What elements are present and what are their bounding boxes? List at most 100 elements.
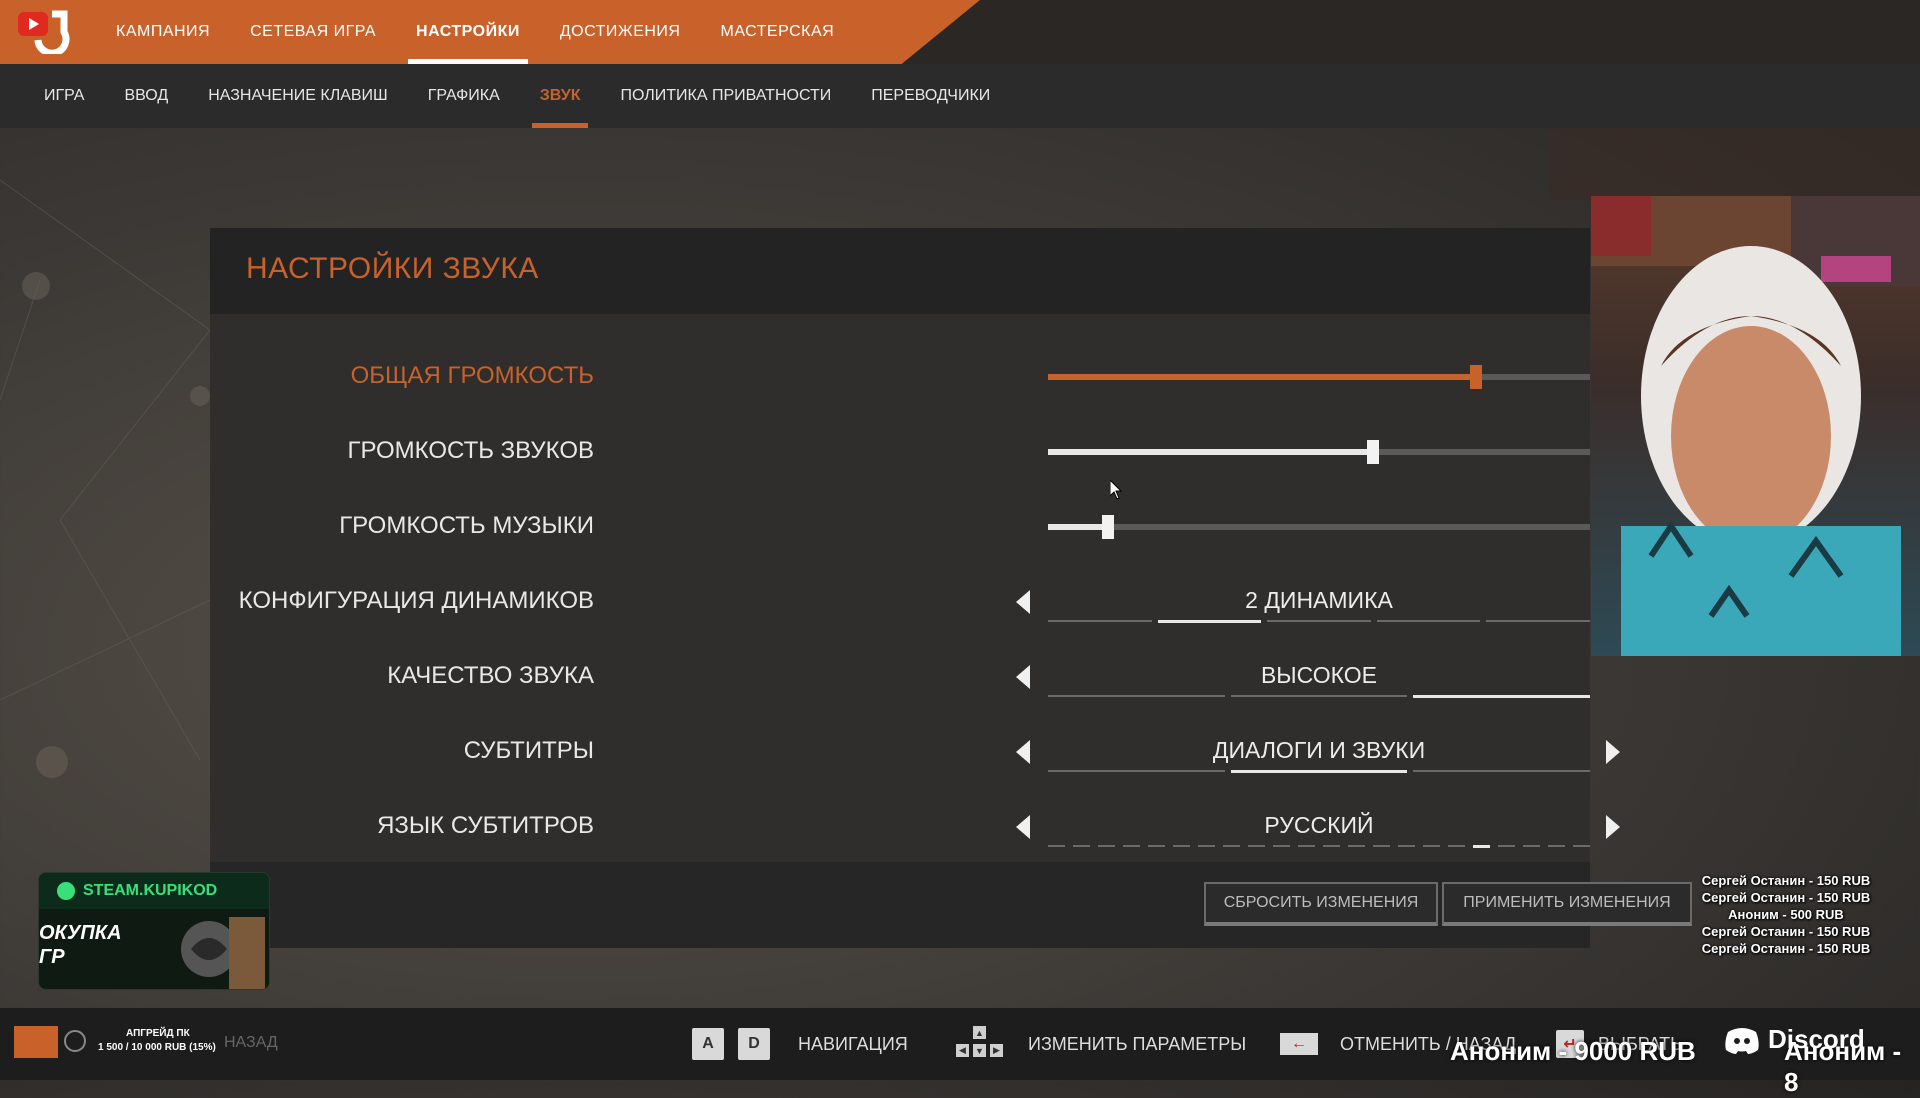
setting-sound-quality[interactable]: КАЧЕСТВО ЗВУКА ВЫСОКОЕ: [210, 652, 1591, 702]
selector-segments: [1048, 845, 1590, 848]
subtitles-selector[interactable]: ДИАЛОГИ И ЗВУКИ: [1048, 727, 1591, 777]
setting-music-volume[interactable]: ГРОМКОСТЬ МУЗЫКИ: [210, 502, 1590, 552]
tab-keybindings[interactable]: НАЗНАЧЕНИЕ КЛАВИШ: [188, 64, 408, 128]
arrow-keys-icon: ▲ ◀ ▼ ▶: [954, 1026, 1006, 1062]
tab-privacy[interactable]: ПОЛИТИКА ПРИВАТНОСТИ: [600, 64, 851, 128]
tab-graphics[interactable]: ГРАФИКА: [408, 64, 520, 128]
menu-campaign[interactable]: КАМПАНИЯ: [96, 0, 230, 64]
selector-segment: [1398, 845, 1415, 847]
setting-label: ОБЩАЯ ГРОМКОСТЬ: [350, 362, 594, 389]
tab-translators[interactable]: ПЕРЕВОДЧИКИ: [851, 64, 1010, 128]
settings-tabs-bar: ИГРА ВВОД НАЗНАЧЕНИЕ КЛАВИШ ГРАФИКА ЗВУК…: [0, 64, 1920, 128]
setting-label: СУБТИТРЫ: [463, 737, 594, 764]
sfx-volume-slider[interactable]: [1048, 440, 1590, 464]
selector-segment: [1486, 620, 1590, 622]
arrow-left-icon[interactable]: [1016, 740, 1030, 764]
panel-footer: СБРОСИТЬ ИЗМЕНЕНИЯ ПРИМЕНИТЬ ИЗМЕНЕНИЯ: [210, 862, 1692, 948]
setting-subtitle-language[interactable]: ЯЗЫК СУБТИТРОВ РУССКИЙ: [210, 802, 1620, 852]
setting-label: ГРОМКОСТЬ ЗВУКОВ: [347, 437, 594, 464]
slider-fill: [1048, 449, 1374, 455]
arrow-right-icon[interactable]: [1606, 815, 1620, 839]
upgrade-progress: 1 500 / 10 000 RUB (15%): [98, 1042, 216, 1053]
menu-settings[interactable]: НАСТРОЙКИ: [396, 0, 540, 64]
arrow-left-icon[interactable]: [1016, 665, 1030, 689]
donation-item: Сергей Останин - 150 RUB: [1701, 941, 1871, 956]
selector-segment: [1048, 770, 1225, 772]
selector-segment: [1267, 620, 1371, 622]
donation-item: Сергей Останин - 150 RUB: [1701, 890, 1871, 905]
selector-segment: [1448, 845, 1465, 847]
selector-segment: [1373, 845, 1390, 847]
hint-label: ИЗМЕНИТЬ ПАРАМЕТРЫ: [1028, 1033, 1247, 1054]
ad-brand: STEAM.KUPIKOD: [83, 882, 218, 899]
selector-value: ВЫСОКОЕ: [1260, 662, 1378, 688]
selector-segments: [1048, 770, 1591, 773]
arrow-right-icon[interactable]: [1606, 740, 1620, 764]
selector-segment: [1230, 695, 1408, 697]
setting-subtitles[interactable]: СУБТИТРЫ ДИАЛОГИ И ЗВУКИ: [210, 727, 1620, 777]
selector-segment: [1573, 845, 1590, 847]
selector-segment: [1473, 845, 1490, 848]
selector-segment: [1298, 845, 1315, 847]
slider-fill: [1048, 524, 1108, 530]
discord-icon: [1725, 1027, 1759, 1054]
upgrade-goal-widget: АПГРЕЙД ПК 1 500 / 10 000 RUB (15%) НАЗА…: [14, 1022, 304, 1068]
slider-fill: [1048, 374, 1477, 380]
selector-value: РУССКИЙ: [1264, 812, 1374, 838]
slider-thumb[interactable]: [1101, 515, 1114, 539]
setting-speaker-config[interactable]: КОНФИГУРАЦИЯ ДИНАМИКОВ 2 ДИНАМИКА: [210, 577, 1590, 627]
apply-changes-button[interactable]: ПРИМЕНИТЬ ИЗМЕНЕНИЯ: [1442, 882, 1692, 926]
sound-quality-selector[interactable]: ВЫСОКОЕ: [1048, 652, 1591, 702]
selector-segments: [1048, 695, 1591, 698]
selector-segment: [1230, 770, 1408, 773]
streamer-webcam: [1591, 196, 1920, 656]
panel-header: НАСТРОЙКИ ЗВУКА: [210, 228, 1590, 314]
tab-sound[interactable]: ЗВУК: [520, 64, 601, 128]
donation-item: Сергей Останин - 150 RUB: [1701, 873, 1871, 888]
selector-value: ДИАЛОГИ И ЗВУКИ: [1212, 737, 1426, 763]
settings-tabs: ИГРА ВВОД НАЗНАЧЕНИЕ КЛАВИШ ГРАФИКА ЗВУК…: [24, 64, 1010, 128]
arrow-left-icon[interactable]: [1016, 815, 1030, 839]
subtitle-language-selector[interactable]: РУССКИЙ: [1048, 802, 1590, 852]
setting-sfx-volume[interactable]: ГРОМКОСТЬ ЗВУКОВ: [210, 427, 1590, 477]
sponsor-ad: STEAM.KUPIKOD ОКУПКА ГР: [38, 872, 270, 990]
selector-segment: [1348, 845, 1365, 847]
selector-segment: [1523, 845, 1540, 847]
setting-label: КОНФИГУРАЦИЯ ДИНАМИКОВ: [238, 587, 594, 614]
discord-label: Discord: [1768, 1024, 1865, 1054]
tab-input[interactable]: ВВОД: [104, 64, 188, 128]
master-volume-slider[interactable]: [1048, 365, 1590, 389]
speaker-config-selector[interactable]: 2 ДИНАМИКА: [1048, 577, 1590, 627]
main-menu: КАМПАНИЯ СЕТЕВАЯ ИГРА НАСТРОЙКИ ДОСТИЖЕН…: [96, 0, 854, 64]
menu-achievements[interactable]: ДОСТИЖЕНИЯ: [540, 0, 701, 64]
music-volume-slider[interactable]: [1048, 515, 1590, 539]
menu-multiplayer[interactable]: СЕТЕВАЯ ИГРА: [230, 0, 396, 64]
mouse-cursor-icon: [1110, 480, 1123, 500]
selector-segment: [1198, 845, 1215, 847]
reset-changes-button[interactable]: СБРОСИТЬ ИЗМЕНЕНИЯ: [1204, 882, 1438, 926]
hint-label: НАВИГАЦИЯ: [798, 1033, 908, 1054]
donation-ticker-1: Аноним - 9000 RUB: [1450, 1036, 1696, 1066]
upgrade-icon: [64, 1030, 86, 1052]
selector-value: 2 ДИНАМИКА: [1245, 587, 1393, 613]
selector-segment: [1073, 845, 1090, 847]
sound-settings-panel: НАСТРОЙКИ ЗВУКА ОБЩАЯ ГРОМКОСТЬ ГРОМКОСТ…: [210, 228, 1692, 948]
selector-segment: [1223, 845, 1240, 847]
tab-game[interactable]: ИГРА: [24, 64, 104, 128]
menu-workshop[interactable]: МАСТЕРСКАЯ: [700, 0, 854, 64]
slider-thumb[interactable]: [1367, 440, 1380, 464]
top-bar: КАМПАНИЯ СЕТЕВАЯ ИГРА НАСТРОЙКИ ДОСТИЖЕН…: [0, 0, 1920, 64]
slider-thumb[interactable]: [1470, 365, 1483, 389]
selector-segments: [1048, 620, 1590, 623]
donation-list: Сергей Останин - 150 RUB Сергей Останин …: [1656, 872, 1916, 957]
selector-segment: [1048, 845, 1065, 847]
selector-segment: [1248, 845, 1265, 847]
upgrade-title: АПГРЕЙД ПК: [126, 1028, 190, 1039]
selector-segment: [1413, 770, 1591, 772]
arrow-left-icon[interactable]: [1016, 590, 1030, 614]
setting-master-volume[interactable]: ОБЩАЯ ГРОМКОСТЬ: [210, 352, 1590, 402]
setting-label: ЯЗЫК СУБТИТРОВ: [377, 812, 594, 839]
selector-segment: [1098, 845, 1115, 847]
selector-segment: [1173, 845, 1190, 847]
settings-list: ОБЩАЯ ГРОМКОСТЬ ГРОМКОСТЬ ЗВУКОВ ГРОМКОС…: [210, 314, 1620, 862]
